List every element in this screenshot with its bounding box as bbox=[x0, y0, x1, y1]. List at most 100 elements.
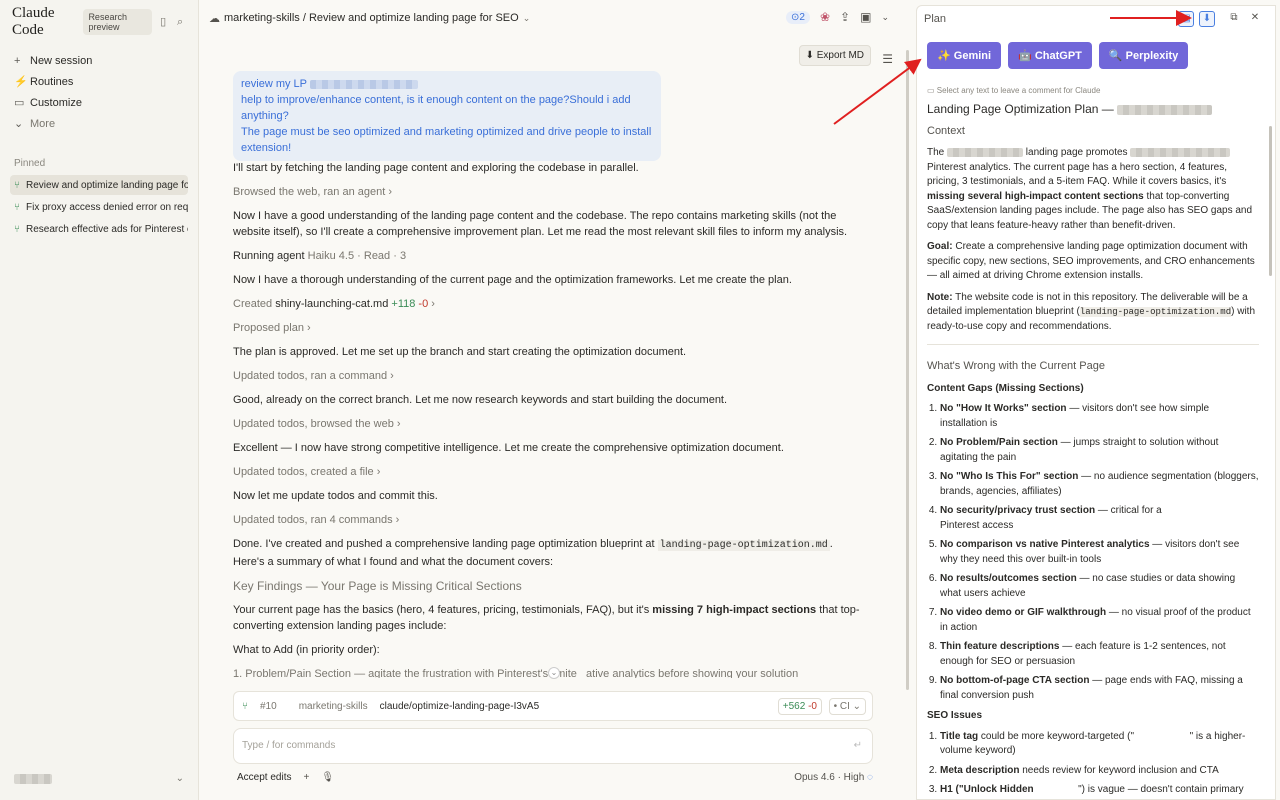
item-bold: Meta description bbox=[940, 764, 1020, 776]
search-icon[interactable]: ⌕ bbox=[177, 16, 186, 28]
mode-selector[interactable]: Accept edits bbox=[237, 772, 291, 783]
redacted-name bbox=[947, 147, 1024, 157]
redacted-url bbox=[309, 79, 418, 89]
briefcase-icon: ▭ bbox=[14, 97, 25, 109]
tool-summary[interactable]: Updated todos, ran a command › bbox=[233, 368, 863, 384]
chevron-down-icon: ⌄ bbox=[14, 118, 24, 130]
breadcrumb-repo[interactable]: marketing-skills bbox=[224, 12, 300, 24]
close-icon[interactable]: ✕ bbox=[1247, 11, 1263, 27]
ai-buttons: ✨ Gemini 🤖 ChatGPT 🔍 Perplexity bbox=[927, 42, 1189, 69]
created-file-row[interactable]: Created shiny-launching-cat.md +118 -0 › bbox=[233, 296, 863, 312]
list-item: No "Who Is This For" section — no audien… bbox=[940, 470, 1259, 499]
git-pr-icon: ⑂ bbox=[242, 700, 248, 712]
routines-button[interactable]: ⚡ Routines bbox=[10, 71, 188, 92]
customize-button[interactable]: ▭ Customize bbox=[10, 92, 188, 113]
lines-removed: -0 bbox=[808, 700, 817, 712]
breadcrumb-separator: / bbox=[299, 12, 309, 24]
app-logo: Claude Code bbox=[12, 5, 55, 38]
context-heading: Context bbox=[927, 124, 965, 137]
lines-added: +562 bbox=[782, 700, 806, 712]
plan-actions: ▤ ⬇ ⧉ ✕ bbox=[1178, 11, 1263, 27]
chevron-down-icon[interactable]: ⌄ bbox=[523, 13, 531, 24]
command-input[interactable]: Type / for commands ↵ bbox=[233, 728, 873, 764]
main-scrollbar[interactable] bbox=[906, 50, 909, 690]
new-session-button[interactable]: + New session bbox=[10, 50, 188, 71]
list-item: No video demo or GIF walkthrough — no vi… bbox=[940, 606, 1259, 635]
list-item: No comparison vs native Pinterest analyt… bbox=[940, 538, 1259, 567]
ci-status-button[interactable]: • CI ⌄ bbox=[828, 697, 866, 715]
list-item: No results/outcomes section — no case st… bbox=[940, 572, 1259, 601]
item-text: needs review for keyword inclusion and C… bbox=[1019, 764, 1219, 776]
goal-paragraph: Goal: Create a comprehensive landing pag… bbox=[927, 240, 1259, 284]
plan-title: Plan bbox=[924, 13, 947, 25]
chevron-down-icon[interactable]: ⌄ bbox=[881, 12, 889, 23]
pinned-session-item[interactable]: ⑂ Fix proxy access denied error on requ bbox=[10, 197, 188, 217]
pinned-session-label: Research effective ads for Pinterest e bbox=[26, 223, 188, 235]
panel-layout-icon[interactable]: ▣ bbox=[860, 10, 871, 24]
assistant-message: Now I have a good understanding of the l… bbox=[233, 210, 848, 238]
tool-summary[interactable]: Updated todos, created a file › bbox=[233, 464, 863, 480]
item-bold: No "How It Works" section bbox=[940, 403, 1067, 414]
pull-requests-button[interactable]: ⊙2 bbox=[786, 10, 810, 24]
model-selector[interactable]: Opus 4.6 · High ◌ bbox=[794, 772, 873, 783]
item-bold: No results/outcomes section bbox=[940, 573, 1077, 584]
para-text: landing page promotes bbox=[1025, 147, 1128, 158]
item-bold: No video demo or GIF walkthrough bbox=[940, 607, 1107, 618]
copy-icon[interactable]: ⧉ bbox=[1226, 11, 1242, 27]
git-branch-icon: ⑂ bbox=[14, 179, 20, 191]
ai-button-label: Perplexity bbox=[1125, 49, 1179, 62]
redacted-name bbox=[1130, 147, 1231, 157]
inline-code: landing-page-optimization.md bbox=[657, 540, 830, 551]
sparkle-icon: ✨ bbox=[937, 50, 951, 62]
para-bold: Note: bbox=[927, 291, 953, 303]
export-md-button[interactable]: ⬇ Export MD bbox=[798, 45, 871, 66]
comment-hint: ▭ Select any text to leave a comment for… bbox=[927, 86, 1101, 95]
plan-doc-title: Landing Page Optimization Plan — bbox=[927, 102, 1259, 117]
agent-status[interactable]: Running agent Haiku 4.5 · Read · 3 bbox=[233, 248, 863, 264]
assistant-message: Now let me update todos and commit this. bbox=[233, 490, 438, 502]
nav-label: Customize bbox=[30, 96, 82, 109]
agent-label: Running agent bbox=[233, 250, 305, 262]
send-icon[interactable]: ↵ bbox=[854, 740, 862, 751]
message-text: Done. I've created and pushed a comprehe… bbox=[233, 538, 655, 550]
para-bold: Goal: bbox=[927, 241, 953, 252]
tool-summary[interactable]: Updated todos, browsed the web › bbox=[233, 416, 863, 432]
item-bold: No "Who Is This For" section bbox=[940, 471, 1079, 482]
plus-icon[interactable]: + bbox=[303, 772, 309, 783]
scroll-down-button[interactable]: ⌄ bbox=[548, 667, 560, 679]
sidebar-toggle-icon[interactable]: ▯ bbox=[160, 16, 169, 28]
share-icon[interactable]: ⇪ bbox=[840, 10, 850, 24]
microphone-icon[interactable]: 🎙 bbox=[321, 772, 334, 783]
pinned-session-item[interactable]: ⑂ Review and optimize landing page for bbox=[10, 175, 188, 195]
pr-count: 2 bbox=[799, 11, 805, 23]
tool-summary[interactable]: Proposed plan › bbox=[233, 320, 863, 336]
para-bold: missing several high-impact content sect… bbox=[927, 190, 1144, 202]
tool-summary[interactable]: Updated todos, ran 4 commands › bbox=[233, 512, 863, 528]
pr-bar[interactable]: ⑂ #10 marketing-skills claude/optimize-l… bbox=[233, 691, 873, 721]
plan-content: Landing Page Optimization Plan — Context… bbox=[927, 102, 1259, 799]
tool-summary[interactable]: Browsed the web, ran an agent › bbox=[233, 184, 863, 200]
pinned-session-label: Fix proxy access denied error on requ bbox=[26, 201, 188, 213]
redacted-name bbox=[1117, 104, 1213, 115]
perplexity-button[interactable]: 🔍 Perplexity bbox=[1098, 42, 1189, 69]
list-item: No "How It Works" section — visitors don… bbox=[940, 402, 1259, 431]
pr-repo: marketing-skills bbox=[298, 700, 368, 712]
chatgpt-button[interactable]: 🤖 ChatGPT bbox=[1008, 42, 1092, 69]
assistant-message: The plan is approved. Let me set up the … bbox=[233, 346, 687, 358]
menu-icon[interactable]: ☰ bbox=[882, 52, 893, 66]
more-button[interactable]: ⌄ More bbox=[10, 113, 188, 134]
pinned-session-item[interactable]: ⑂ Research effective ads for Pinterest e bbox=[10, 219, 188, 239]
pr-branch: claude/optimize-landing-page-I3vA5 bbox=[379, 700, 540, 712]
plan-scrollbar[interactable] bbox=[1269, 126, 1272, 276]
git-branch-icon: ⑂ bbox=[14, 223, 20, 235]
plan-panel: Plan ▤ ⬇ ⧉ ✕ ✨ Gemini 🤖 ChatGPT 🔍 Perple… bbox=[916, 5, 1276, 800]
gemini-button[interactable]: ✨ Gemini bbox=[927, 42, 1002, 69]
brain-icon[interactable]: ❀ bbox=[820, 10, 830, 24]
account-row[interactable]: ⌄ bbox=[14, 773, 184, 784]
clipboard-icon[interactable]: ▤ bbox=[1178, 11, 1194, 27]
download-icon[interactable]: ⬇ bbox=[1199, 11, 1215, 27]
assistant-message: Done. I've created and pushed a comprehe… bbox=[233, 536, 863, 570]
user-message-text: review my LP bbox=[241, 78, 307, 90]
model-label: Opus 4.6 · High bbox=[794, 772, 865, 783]
session-title[interactable]: Review and optimize landing page for SEO bbox=[309, 12, 519, 24]
